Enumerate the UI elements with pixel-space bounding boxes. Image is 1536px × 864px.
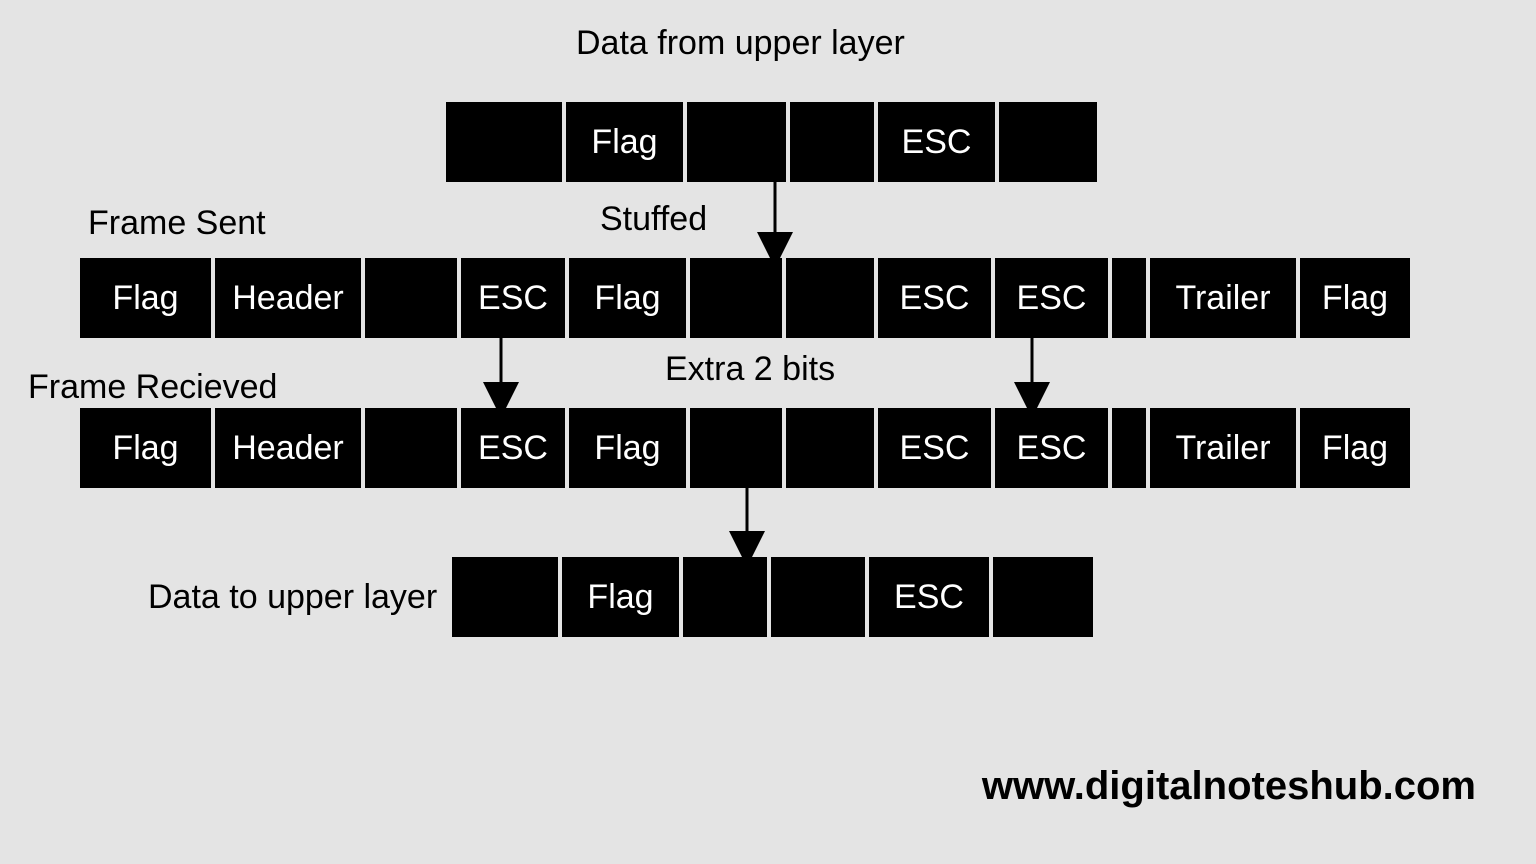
- frame-cell: ESC: [995, 408, 1108, 488]
- frame-cell: [365, 258, 457, 338]
- frame-cell: [786, 258, 874, 338]
- frame-cell: Trailer: [1150, 408, 1296, 488]
- frame-cell: ESC: [878, 408, 991, 488]
- frame-cell: Trailer: [1150, 258, 1296, 338]
- frame-cell: Flag: [566, 102, 683, 182]
- row-frame-sent: FlagHeaderESCFlagESCESCTrailerFlag: [80, 258, 1410, 338]
- footer-watermark: www.digitalnoteshub.com: [982, 764, 1476, 809]
- frame-cell: [683, 557, 767, 637]
- frame-cell: Flag: [1300, 258, 1410, 338]
- frame-cell: ESC: [878, 102, 995, 182]
- frame-cell: [365, 408, 457, 488]
- frame-cell: [786, 408, 874, 488]
- frame-cell: Header: [215, 258, 361, 338]
- frame-cell: Flag: [562, 557, 679, 637]
- row-data-to-upper: Flag ESC: [452, 557, 1093, 637]
- frame-cell: ESC: [461, 408, 565, 488]
- label-frame-received: Frame Recieved: [28, 368, 277, 407]
- frame-cell: Flag: [80, 258, 211, 338]
- frame-cell: [1112, 258, 1146, 338]
- frame-cell: Flag: [80, 408, 211, 488]
- label-stuffed: Stuffed: [600, 200, 707, 239]
- frame-cell: ESC: [869, 557, 989, 637]
- label-data-to-upper: Data to upper layer: [148, 578, 437, 617]
- frame-cell: Flag: [569, 258, 686, 338]
- row-upper-data: Flag ESC: [446, 102, 1097, 182]
- frame-cell: [771, 557, 865, 637]
- row-frame-received: FlagHeaderESCFlagESCESCTrailerFlag: [80, 408, 1410, 488]
- frame-cell: ESC: [995, 258, 1108, 338]
- label-extra-bits: Extra 2 bits: [665, 350, 835, 389]
- frame-cell: Flag: [1300, 408, 1410, 488]
- frame-cell: ESC: [878, 258, 991, 338]
- frame-cell: Flag: [569, 408, 686, 488]
- frame-cell: [446, 102, 562, 182]
- frame-cell: [690, 258, 782, 338]
- diagram-stage: Data from upper layer FlagESC Frame Sent…: [0, 0, 1536, 864]
- frame-cell: Header: [215, 408, 361, 488]
- frame-cell: [993, 557, 1093, 637]
- label-frame-sent: Frame Sent: [88, 204, 266, 243]
- frame-cell: [1112, 408, 1146, 488]
- frame-cell: [999, 102, 1097, 182]
- frame-cell: [690, 408, 782, 488]
- frame-cell: [790, 102, 874, 182]
- title-data-from-upper: Data from upper layer: [576, 24, 905, 63]
- frame-cell: [452, 557, 558, 637]
- frame-cell: ESC: [461, 258, 565, 338]
- frame-cell: [687, 102, 786, 182]
